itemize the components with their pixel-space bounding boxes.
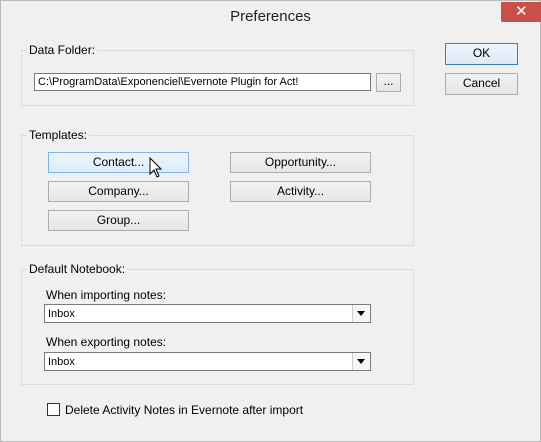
delete-activity-notes-label: Delete Activity Notes in Evernote after …	[65, 403, 304, 417]
exporting-notebook-value: Inbox	[48, 356, 75, 368]
close-icon: ✕	[515, 2, 528, 20]
templates-label: Templates:	[27, 128, 90, 142]
exporting-notebook-select[interactable]: Inbox	[44, 352, 371, 371]
mouse-cursor-icon	[149, 157, 163, 178]
data-folder-label: Data Folder:	[27, 43, 98, 57]
browse-folder-button[interactable]: ...	[376, 73, 401, 92]
ok-button[interactable]: OK	[445, 43, 518, 65]
window-title: Preferences	[230, 8, 311, 25]
group-template-button[interactable]: Group...	[48, 210, 189, 231]
activity-template-button[interactable]: Activity...	[230, 181, 371, 202]
default-notebook-label: Default Notebook:	[27, 262, 128, 276]
title-bar: Preferences ✕	[1, 1, 541, 31]
exporting-notes-label: When exporting notes:	[46, 335, 167, 349]
opportunity-template-button[interactable]: Opportunity...	[230, 152, 371, 173]
importing-notebook-select[interactable]: Inbox	[44, 304, 371, 323]
delete-activity-notes-checkbox[interactable]	[47, 403, 60, 416]
preferences-dialog: Preferences ✕ Data Folder: C:\ProgramDat…	[0, 0, 541, 442]
importing-notebook-value: Inbox	[48, 308, 75, 320]
importing-notes-label: When importing notes:	[46, 288, 167, 302]
contact-template-button[interactable]: Contact...	[48, 152, 189, 173]
data-folder-path-field[interactable]: C:\ProgramData\Exponenciel\Evernote Plug…	[34, 73, 371, 91]
chevron-down-icon[interactable]	[352, 305, 370, 322]
close-button[interactable]: ✕	[501, 2, 541, 22]
cancel-button[interactable]: Cancel	[445, 73, 518, 95]
company-template-button[interactable]: Company...	[48, 181, 189, 202]
chevron-down-icon[interactable]	[352, 353, 370, 370]
